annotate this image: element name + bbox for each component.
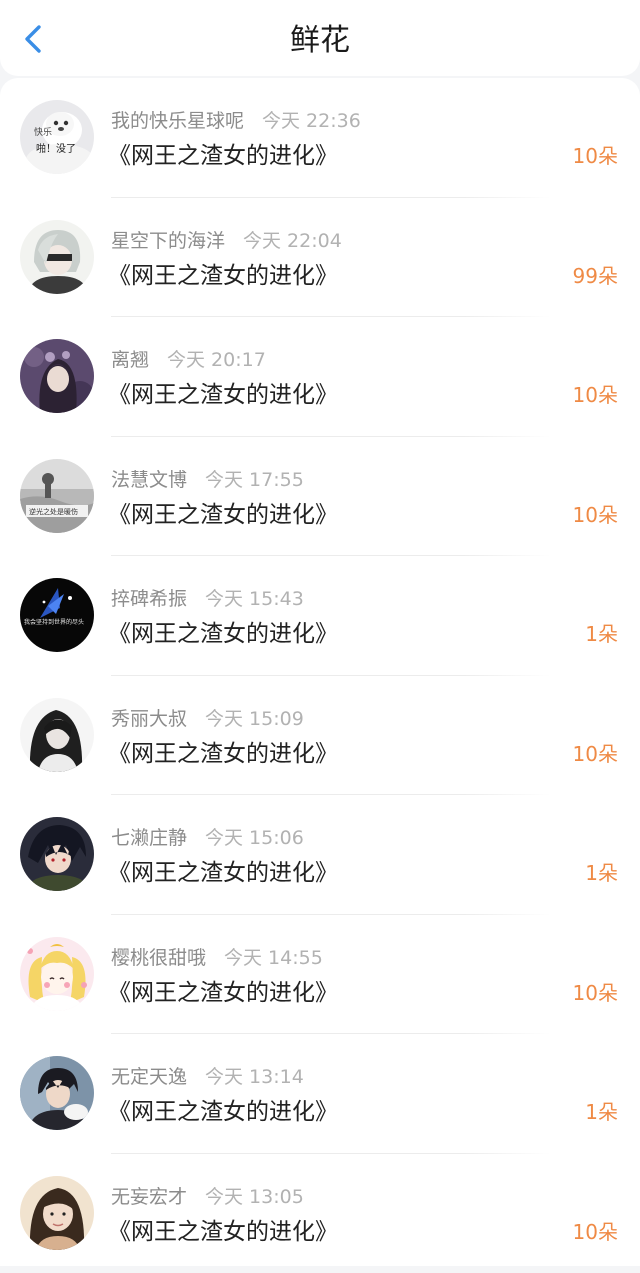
flower-count: 99朵 <box>573 260 618 289</box>
book-title: 《网王之渣女的进化》 <box>108 1212 338 1246</box>
flower-count: 1朵 <box>585 618 618 647</box>
svg-text:我会坚持到世界的尽头: 我会坚持到世界的尽头 <box>24 618 84 626</box>
username: 无定天逸 <box>111 1066 187 1088</box>
username: 我的快乐星球呢 <box>111 110 244 132</box>
user-line: 七濑庄静今天 15:06 <box>111 823 304 849</box>
flower-count: 1朵 <box>585 857 618 886</box>
username: 捽碑希振 <box>111 588 187 610</box>
book-title: 《网王之渣女的进化》 <box>108 495 338 529</box>
svg-text:啪！没了: 啪！没了 <box>36 142 76 155</box>
list-item[interactable]: 七濑庄静今天 15:06 《网王之渣女的进化》 1朵 <box>0 795 640 915</box>
avatar <box>20 339 94 413</box>
username: 离翘 <box>111 349 149 371</box>
list-item[interactable]: 樱桃很甜哦今天 14:55 《网王之渣女的进化》 10朵 <box>0 915 640 1035</box>
timestamp: 今天 22:36 <box>262 110 361 132</box>
timestamp: 今天 20:17 <box>167 349 266 371</box>
list-item[interactable]: 星空下的海洋今天 22:04 《网王之渣女的进化》 99朵 <box>0 198 640 318</box>
avatar <box>20 937 94 1011</box>
flower-count: 10朵 <box>573 140 618 169</box>
flower-count: 10朵 <box>573 1216 618 1245</box>
timestamp: 今天 15:09 <box>205 708 304 730</box>
book-title: 《网王之渣女的进化》 <box>108 256 338 290</box>
list-item[interactable]: 离翘今天 20:17 《网王之渣女的进化》 10朵 <box>0 317 640 437</box>
user-line: 捽碑希振今天 15:43 <box>111 584 304 610</box>
book-title: 《网王之渣女的进化》 <box>108 1092 338 1126</box>
book-title: 《网王之渣女的进化》 <box>108 375 338 409</box>
book-title: 《网王之渣女的进化》 <box>108 614 338 648</box>
book-title: 《网王之渣女的进化》 <box>108 853 338 887</box>
flower-count: 1朵 <box>585 1096 618 1125</box>
username: 秀丽大叔 <box>111 708 187 730</box>
flower-count: 10朵 <box>573 977 618 1006</box>
avatar <box>20 220 94 294</box>
svg-text:逆光之处是暖伤: 逆光之处是暖伤 <box>29 507 78 516</box>
book-title: 《网王之渣女的进化》 <box>108 734 338 768</box>
list-item[interactable]: 快乐 啪！没了 我的快乐星球呢今天 22:36 《网王之渣女的进化》 10朵 <box>0 78 640 198</box>
user-line: 法慧文博今天 17:55 <box>111 465 304 491</box>
list-item[interactable]: 逆光之处是暖伤 法慧文博今天 17:55 《网王之渣女的进化》 10朵 <box>0 437 640 557</box>
book-title: 《网王之渣女的进化》 <box>108 136 338 170</box>
user-line: 离翘今天 20:17 <box>111 345 266 371</box>
svg-text:快乐: 快乐 <box>34 126 52 138</box>
user-line: 星空下的海洋今天 22:04 <box>111 226 342 252</box>
avatar: 我会坚持到世界的尽头 <box>20 578 94 652</box>
list-item[interactable]: 秀丽大叔今天 15:09 《网王之渣女的进化》 10朵 <box>0 676 640 796</box>
timestamp: 今天 22:04 <box>243 230 342 252</box>
flower-list: 快乐 啪！没了 我的快乐星球呢今天 22:36 《网王之渣女的进化》 10朵 星… <box>0 78 640 1266</box>
header-bar: 鲜花 <box>0 0 640 76</box>
flower-count: 10朵 <box>573 738 618 767</box>
avatar: 快乐 啪！没了 <box>20 100 94 174</box>
username: 法慧文博 <box>111 469 187 491</box>
timestamp: 今天 13:14 <box>205 1066 304 1088</box>
timestamp: 今天 17:55 <box>205 469 304 491</box>
timestamp: 今天 15:06 <box>205 827 304 849</box>
user-line: 樱桃很甜哦今天 14:55 <box>111 943 323 969</box>
flower-count: 10朵 <box>573 499 618 528</box>
username: 星空下的海洋 <box>111 230 225 252</box>
timestamp: 今天 13:05 <box>205 1186 304 1208</box>
page-title: 鲜花 <box>0 0 640 82</box>
list-item[interactable]: 无妄宏才今天 13:05 《网王之渣女的进化》 10朵 <box>0 1154 640 1273</box>
list-item[interactable]: 无定天逸今天 13:14 《网王之渣女的进化》 1朵 <box>0 1034 640 1154</box>
avatar <box>20 1176 94 1250</box>
username: 无妄宏才 <box>111 1186 187 1208</box>
avatar <box>20 817 94 891</box>
user-line: 无定天逸今天 13:14 <box>111 1062 304 1088</box>
avatar <box>20 698 94 772</box>
timestamp: 今天 15:43 <box>205 588 304 610</box>
username: 七濑庄静 <box>111 827 187 849</box>
user-line: 秀丽大叔今天 15:09 <box>111 704 304 730</box>
list-item[interactable]: 我会坚持到世界的尽头 捽碑希振今天 15:43 《网王之渣女的进化》 1朵 <box>0 556 640 676</box>
username: 樱桃很甜哦 <box>111 947 206 969</box>
avatar <box>20 1056 94 1130</box>
avatar: 逆光之处是暖伤 <box>20 459 94 533</box>
user-line: 我的快乐星球呢今天 22:36 <box>111 106 361 132</box>
timestamp: 今天 14:55 <box>224 947 323 969</box>
user-line: 无妄宏才今天 13:05 <box>111 1182 304 1208</box>
book-title: 《网王之渣女的进化》 <box>108 973 338 1007</box>
flower-count: 10朵 <box>573 379 618 408</box>
